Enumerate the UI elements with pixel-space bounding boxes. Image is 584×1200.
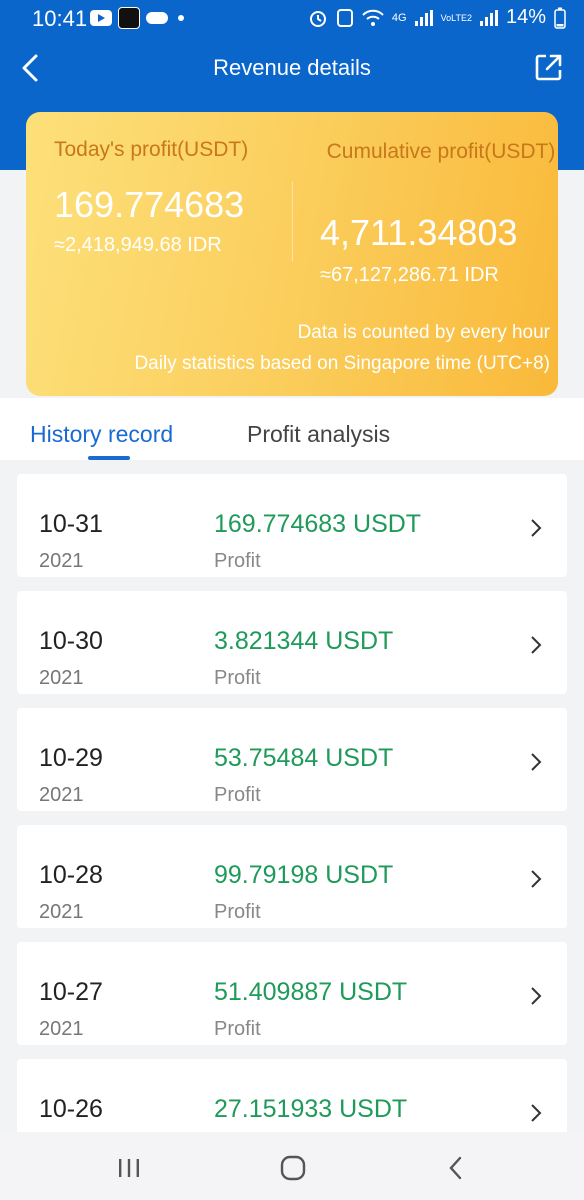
record-amount: 3.821344 USDT — [214, 627, 394, 655]
data-saver-icon — [336, 8, 353, 27]
record-date: 10-29 — [39, 744, 103, 772]
record-type: Profit — [214, 784, 261, 806]
today-profit-value: 169.774683 — [54, 184, 245, 225]
record-date: 10-26 — [39, 1095, 103, 1123]
record-amount: 27.151933 USDT — [214, 1095, 408, 1123]
record-date: 10-30 — [39, 627, 103, 655]
record-row[interactable]: 10-31 2021 169.774683 USDT Profit — [17, 474, 567, 577]
record-type: Profit — [214, 667, 261, 689]
record-year: 2021 — [39, 784, 84, 806]
cloud-icon — [146, 12, 168, 24]
tab-profit-analysis[interactable]: Profit analysis — [247, 421, 390, 448]
signal-icon — [414, 9, 433, 26]
record-date: 10-31 — [39, 510, 103, 538]
record-row[interactable]: 10-28 2021 99.79198 USDT Profit — [17, 825, 567, 928]
system-navigation-bar — [0, 1132, 584, 1200]
chevron-right-icon — [531, 870, 542, 888]
system-back-icon[interactable] — [446, 1156, 466, 1180]
signal-2-icon — [479, 9, 498, 26]
chevron-right-icon — [531, 753, 542, 771]
card-divider — [292, 182, 293, 262]
data-note-hourly: Data is counted by every hour — [297, 322, 550, 343]
record-year: 2021 — [39, 667, 84, 689]
cumulative-profit-value: 4,711.34803 — [320, 212, 518, 253]
share-export-icon[interactable] — [534, 52, 564, 82]
record-type: Profit — [214, 1018, 261, 1040]
battery-percent: 14% — [505, 6, 546, 28]
today-profit-label: Today's profit(USDT) — [54, 138, 249, 161]
alarm-icon — [309, 10, 326, 27]
record-amount: 53.75484 USDT — [214, 744, 394, 772]
wifi-icon — [362, 9, 384, 26]
today-profit-idr: ≈2,418,949.68 IDR — [54, 234, 222, 256]
battery-icon — [554, 7, 566, 29]
data-note-timezone: Daily statistics based on Singapore time… — [134, 353, 550, 374]
chevron-right-icon — [531, 987, 542, 1005]
cumulative-profit-label: Cumulative profit(USDT) — [326, 140, 556, 163]
record-type: Profit — [214, 550, 261, 572]
record-row[interactable]: 10-26 2021 27.151933 USDT Profit — [17, 1059, 567, 1132]
history-record-list: 10-31 2021 169.774683 USDT Profit 10-30 … — [0, 460, 584, 1132]
more-notifications-dot-icon — [178, 15, 184, 21]
chevron-right-icon — [531, 1104, 542, 1122]
record-row[interactable]: 10-29 2021 53.75484 USDT Profit — [17, 708, 567, 811]
cumulative-profit-idr: ≈67,127,286.71 IDR — [320, 264, 499, 286]
status-bar: 10:41 4G VoLTE2 14% — [0, 0, 584, 36]
network-type-label: 4G — [391, 11, 407, 24]
record-year: 2021 — [39, 1018, 84, 1040]
record-date: 10-28 — [39, 861, 103, 889]
record-amount: 99.79198 USDT — [214, 861, 394, 889]
profit-summary-card: Today's profit(USDT) 169.774683 ≈2,418,9… — [26, 112, 558, 396]
app-notification-icon — [118, 7, 140, 29]
chevron-right-icon — [531, 636, 542, 654]
record-year: 2021 — [39, 901, 84, 923]
chevron-right-icon — [531, 519, 542, 537]
record-row[interactable]: 10-30 2021 3.821344 USDT Profit — [17, 591, 567, 694]
volte-label: VoLTE2 — [440, 12, 472, 23]
page-title: Revenue details — [213, 55, 371, 80]
record-amount: 51.409887 USDT — [214, 978, 408, 1006]
recent-apps-icon[interactable] — [116, 1157, 142, 1179]
record-amount: 169.774683 USDT — [214, 510, 422, 538]
record-year: 2021 — [39, 550, 84, 572]
tab-history-record[interactable]: History record — [30, 421, 173, 448]
record-type: Profit — [214, 901, 261, 923]
tab-bar: History record Profit analysis — [0, 398, 584, 460]
record-row[interactable]: 10-27 2021 51.409887 USDT Profit — [17, 942, 567, 1045]
status-time: 10:41 — [32, 6, 88, 31]
youtube-notification-icon — [90, 10, 112, 26]
record-date: 10-27 — [39, 978, 103, 1006]
home-icon[interactable] — [280, 1155, 306, 1181]
